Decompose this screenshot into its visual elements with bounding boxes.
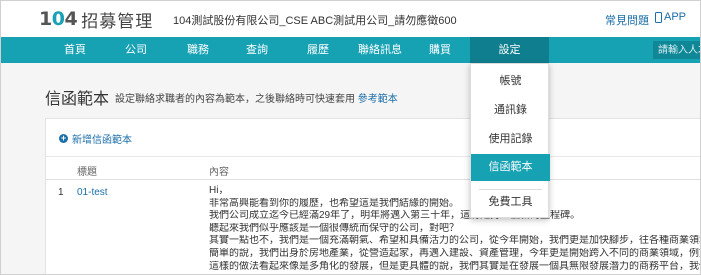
content-line: 非常高興能看到你的履歷，也希望這是我們結緣的開始。 [209, 197, 459, 209]
logo-title: 招募管理 [81, 11, 154, 32]
content-line: 這樣的做法看起來像是多角化的發展，但是更具體的說，我們其實是在發展一個具無限發展… [209, 260, 701, 272]
plus-icon: + [59, 133, 68, 143]
nav-purchase[interactable]: 購買 [405, 37, 475, 63]
menu-item-contacts[interactable]: 通訊錄 [471, 97, 550, 124]
row-title-link[interactable]: 01-test [77, 187, 108, 198]
nav-resume[interactable]: 履歷 [283, 37, 353, 63]
add-template-button[interactable]: + 新增信函範本 [59, 131, 132, 146]
app-label: APP [664, 11, 687, 23]
menu-item-account[interactable]: 帳號 [471, 68, 550, 95]
row-content: Hi， 非常高興能看到你的履歷，也希望這是我們結緣的開始。 我們公司成立迄今已經… [209, 185, 701, 273]
content-line: 簡單的說，我們出身於房地產業，從營造起家，再邁入建設、資產管理，今年更是開始跨入… [209, 247, 701, 259]
content-line: 我們公司成立迄今已經滿29年了，明年將邁入第三十年，這將是另一個新的里程碑。 [209, 210, 581, 222]
reference-template-link[interactable]: 參考範本 [358, 94, 398, 105]
menu-item-letter-template[interactable]: 信函範本 [471, 154, 550, 181]
column-header-title: 標題 [77, 167, 97, 178]
content-line: 其實一點也不，我們是一個充滿朝氣、希望和具備活力的公司，從今年開始，我們更是加快… [209, 235, 701, 247]
app-link[interactable]: APP [655, 11, 686, 23]
nav-settings[interactable]: 設定 [470, 37, 549, 63]
menu-item-free-tools[interactable]: 免費工具 [471, 189, 550, 216]
content-line: Hi， [209, 185, 229, 196]
row-number: 1 [58, 187, 64, 198]
app-frame: 104 招募管理 104測試股份有限公司_CSE ABC測試用公司_請勿應徵60… [0, 0, 701, 275]
column-header-content: 內容 [209, 167, 229, 178]
page-desc-text: 設定聯絡求職者的內容為範本，之後聯絡時可快速套用 [115, 94, 355, 105]
company-name: 104測試股份有限公司_CSE ABC測試用公司_請勿應徵600 [173, 15, 457, 27]
settings-dropdown: 帳號 通訊錄 使用記錄 信函範本 免費工具 [470, 63, 550, 218]
page-description: 設定聯絡求職者的內容為範本，之後聯絡時可快速套用 參考範本 [115, 90, 398, 105]
header-divider [46, 179, 700, 180]
divider [46, 156, 700, 157]
main-nav: 首頁 公司 職務 查詢 履歷 聯絡訊息 購買 設定 [1, 37, 700, 63]
template-card: + 新增信函範本 標題 內容 1 01-test Hi， 非常高興能看到你的履歷… [45, 118, 701, 274]
page-title: 信函範本 [45, 89, 110, 108]
main-content: 信函範本 設定聯絡求職者的內容為範本，之後聯絡時可快速套用 參考範本 + 新增信… [1, 63, 701, 274]
logo[interactable]: 104 招募管理 [39, 8, 154, 32]
logo-number: 104 [39, 8, 78, 30]
nav-company[interactable]: 公司 [101, 37, 171, 63]
help-link[interactable]: 常見問題 [605, 12, 649, 28]
talent-search-input[interactable] [653, 41, 700, 59]
top-header: 104 招募管理 104測試股份有限公司_CSE ABC測試用公司_請勿應徵60… [1, 1, 700, 37]
menu-item-usage-log[interactable]: 使用記錄 [471, 126, 550, 153]
content-line: 聽起來我們似乎應該是一個很傳統而保守的公司，對吧？ [209, 222, 459, 234]
add-template-label: 新增信函範本 [72, 135, 132, 146]
phone-icon [655, 11, 662, 23]
nav-search[interactable]: 查詢 [222, 37, 292, 63]
